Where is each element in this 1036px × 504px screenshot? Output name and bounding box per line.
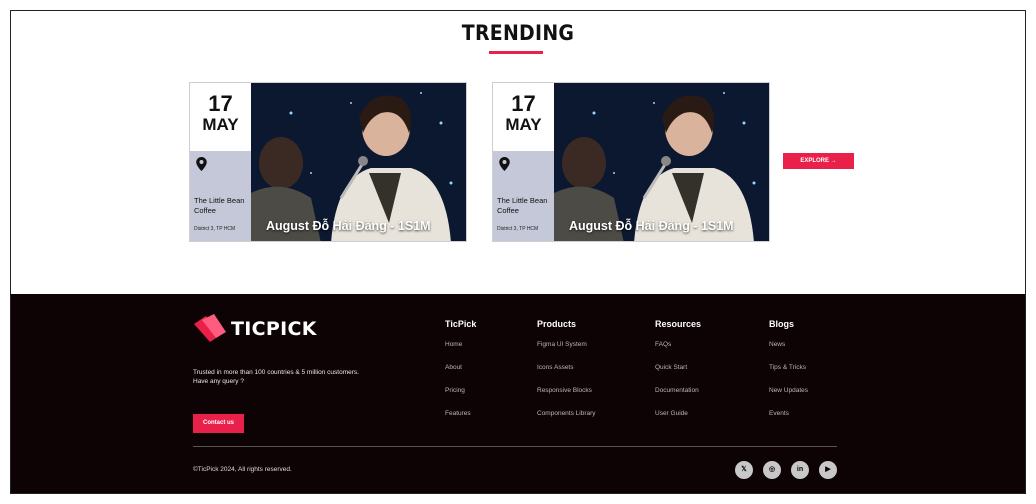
info-box: The Little Bean Coffee District 3, TP HC… [493, 151, 554, 241]
column-title: Blogs [769, 319, 795, 329]
column-title: Resources [655, 319, 702, 329]
contact-button[interactable]: Contact us [193, 414, 244, 433]
instagram-icon[interactable]: ◎ [763, 461, 781, 479]
date-box: 17 MAY [190, 83, 251, 151]
footer-link[interactable]: Home [445, 341, 476, 364]
event-month: MAY [505, 115, 542, 134]
event-day: 17 [208, 91, 233, 116]
footer-link[interactable]: User Guide [655, 410, 701, 433]
footer-link[interactable]: News [769, 341, 808, 364]
footer-link[interactable]: FAQs [655, 341, 701, 364]
footer-link[interactable]: Features [445, 410, 476, 433]
footer-link[interactable]: New Updates [769, 387, 808, 410]
footer-link[interactable]: Responsive Blocks [537, 387, 596, 410]
location-pin-icon [196, 157, 207, 171]
footer-link[interactable]: Pricing [445, 387, 476, 410]
event-month: MAY [202, 115, 239, 134]
event-card[interactable]: 17 MAY The Little Bean Coffee District 3… [189, 82, 467, 242]
footer-link[interactable]: Events [769, 410, 808, 433]
venue-district: District 3, TP HCM [497, 226, 539, 232]
footer-column-products: Products Figma UI System Icons Assets Re… [537, 319, 596, 433]
footer-link[interactable]: About [445, 364, 476, 387]
footer-link[interactable]: Tips & Tricks [769, 364, 808, 387]
location-pin-icon [499, 157, 510, 171]
linkedin-icon[interactable]: in [791, 461, 809, 479]
footer-column-ticpick: TicPick Home About Pricing Features [445, 319, 476, 433]
footer-column-resources: Resources FAQs Quick Start Documentation… [655, 319, 701, 433]
date-box: 17 MAY [493, 83, 554, 151]
venue-name: The Little Bean Coffee [497, 196, 548, 215]
info-box: The Little Bean Coffee District 3, TP HC… [190, 151, 251, 241]
event-card[interactable]: 17 MAY The Little Bean Coffee District 3… [492, 82, 770, 242]
event-title[interactable]: August Đỗ Hải Đăng - 1S1M [266, 219, 431, 233]
footer-link[interactable]: Documentation [655, 387, 701, 410]
footer-link[interactable]: Components Library [537, 410, 596, 433]
logo-text: TICPICK [231, 318, 317, 340]
footer-column-blogs: Blogs News Tips & Tricks New Updates Eve… [769, 319, 808, 433]
explore-button[interactable]: EXPLORE → [783, 153, 854, 169]
event-title[interactable]: August Đỗ Hải Đăng - 1S1M [569, 219, 734, 233]
footer: TICPICK Trusted in more than 100 countri… [11, 294, 1025, 493]
copyright-text: ©TicPick 2024, All rights reserved. [193, 466, 292, 473]
page-frame: TRENDING 17 MAY The Little Bean Coffee D… [10, 10, 1026, 494]
footer-link[interactable]: Figma UI System [537, 341, 596, 364]
x-icon[interactable]: 𝕏 [735, 461, 753, 479]
venue-name: The Little Bean Coffee [194, 196, 245, 215]
venue-district: District 3, TP HCM [194, 226, 236, 232]
section-title: TRENDING [461, 21, 575, 45]
youtube-icon[interactable]: ▶ [819, 461, 837, 479]
footer-link[interactable]: Quick Start [655, 364, 701, 387]
event-day: 17 [511, 91, 536, 116]
column-title: TicPick [445, 319, 477, 329]
column-title: Products [537, 319, 577, 329]
title-underline [489, 51, 543, 54]
footer-tagline: Trusted in more than 100 countries & 5 m… [193, 369, 359, 385]
footer-divider [193, 446, 837, 447]
ticket-logo-icon [194, 314, 226, 342]
footer-link[interactable]: Icons Assets [537, 364, 596, 387]
